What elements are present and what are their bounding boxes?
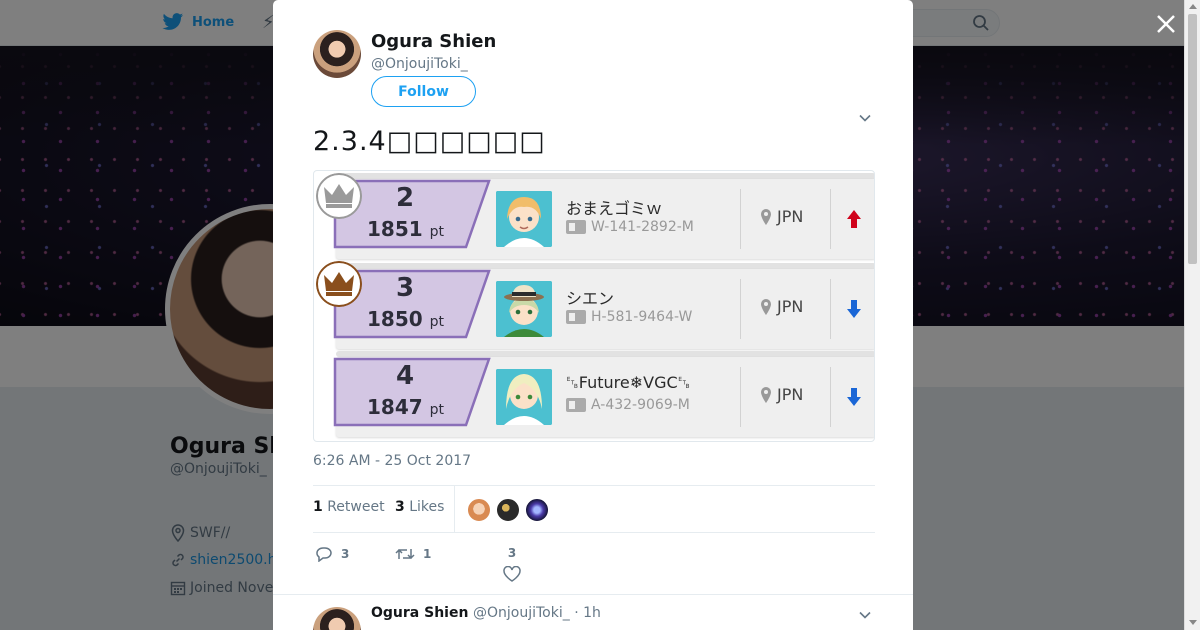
trainer-id: A-432-9069-M bbox=[566, 397, 690, 413]
points-unit: pt bbox=[429, 224, 445, 240]
scroll-down-arrow-icon[interactable] bbox=[1189, 620, 1197, 625]
points-value: 1847 pt bbox=[367, 395, 444, 419]
tweet-stats: 1 Retweet 3 Likes bbox=[313, 485, 875, 533]
points-value: 1850 pt bbox=[367, 307, 444, 331]
trend-up-arrow-icon bbox=[847, 210, 861, 228]
tweet-image-ranking[interactable]: 2 1851 pt おまえゴミｗ W-141-2892-M JPN 3 1850… bbox=[313, 170, 875, 442]
divider bbox=[830, 367, 831, 427]
location-pin-icon bbox=[761, 298, 771, 315]
trainer-name: シエン bbox=[566, 289, 615, 308]
divider bbox=[830, 279, 831, 339]
trainer-portrait-hat bbox=[496, 281, 552, 337]
chevron-down-icon[interactable] bbox=[859, 609, 871, 621]
ranking-row-4: 4 1847 pt ␗Future❄VGC␗ A-432-9069-M JPN bbox=[333, 357, 874, 437]
region-text: JPN bbox=[777, 297, 804, 316]
retweet-count: 1 bbox=[313, 499, 323, 515]
author-handle[interactable]: @OnjoujiToki_ bbox=[371, 56, 468, 72]
retweet-count-link[interactable]: 1 Retweet bbox=[313, 499, 385, 515]
scroll-thumb[interactable] bbox=[1188, 14, 1197, 264]
stats-divider bbox=[454, 486, 455, 533]
rank-number: 3 bbox=[395, 273, 415, 303]
reply-author-name[interactable]: Ogura Shien bbox=[371, 605, 468, 621]
author-avatar[interactable] bbox=[313, 30, 361, 78]
reply-tweet[interactable]: Ogura Shien @OnjoujiToki_ · 1h bbox=[273, 594, 913, 630]
id-card-icon bbox=[566, 310, 586, 324]
points-box: 4 1847 pt bbox=[333, 357, 493, 427]
trainer-id-text: H-581-9464-W bbox=[591, 309, 693, 325]
tweet-modal: Ogura Shien @OnjoujiToki_ Follow 2.3.4□□… bbox=[273, 0, 913, 630]
trainer-id-text: A-432-9069-M bbox=[591, 397, 690, 413]
trend-down-arrow-icon bbox=[847, 300, 861, 318]
points-unit: pt bbox=[429, 314, 445, 330]
region: JPN bbox=[761, 385, 803, 404]
trainer-avatar bbox=[496, 281, 552, 337]
silver-crown-icon bbox=[316, 173, 362, 219]
heart-icon bbox=[503, 566, 521, 582]
trainer-id-text: W-141-2892-M bbox=[591, 219, 694, 235]
trainer-portrait-blonde bbox=[496, 191, 552, 247]
likes-label: Likes bbox=[409, 499, 445, 515]
likes-count: 3 bbox=[395, 499, 405, 515]
region-text: JPN bbox=[777, 207, 804, 226]
points-value: 1851 pt bbox=[367, 217, 444, 241]
tweet-timestamp[interactable]: 6:26 AM - 25 Oct 2017 bbox=[313, 453, 471, 469]
page-scrollbar[interactable] bbox=[1184, 0, 1200, 630]
liker-avatar[interactable] bbox=[496, 498, 520, 522]
reply-author-handle[interactable]: @OnjoujiToki_ bbox=[473, 605, 570, 621]
reply-icon bbox=[316, 547, 332, 562]
trainer-avatar bbox=[496, 191, 552, 247]
bronze-crown-icon bbox=[316, 261, 362, 307]
points-number: 1850 bbox=[367, 307, 423, 331]
author-name[interactable]: Ogura Shien bbox=[371, 31, 496, 52]
reply-author-meta: @OnjoujiToki_ · 1h bbox=[473, 605, 601, 621]
ranking-row-2: 2 1851 pt おまえゴミｗ W-141-2892-M JPN bbox=[333, 179, 874, 259]
likes-count-link[interactable]: 3 Likes bbox=[395, 499, 444, 515]
location-pin-icon bbox=[761, 386, 771, 403]
tweet-text: 2.3.4□□□□□□ bbox=[313, 126, 546, 157]
ranking-row-3: 3 1850 pt シエン H-581-9464-W JPN bbox=[333, 269, 874, 349]
tweet-actions: 3 1 3 bbox=[313, 540, 875, 590]
trainer-name: ␗Future❄VGC␗ bbox=[566, 373, 691, 392]
retweet-action-count: 1 bbox=[423, 547, 432, 561]
divider bbox=[740, 279, 741, 339]
reply-count: 3 bbox=[341, 547, 350, 561]
trend-down-arrow-icon bbox=[847, 388, 861, 406]
divider bbox=[830, 189, 831, 249]
retweet-icon bbox=[395, 548, 415, 560]
region: JPN bbox=[761, 207, 803, 226]
points-number: 1851 bbox=[367, 217, 423, 241]
liker-avatar[interactable] bbox=[467, 498, 491, 522]
chevron-down-icon[interactable] bbox=[859, 112, 871, 124]
rank-number: 4 bbox=[395, 361, 415, 391]
scroll-up-arrow-icon[interactable] bbox=[1189, 4, 1197, 9]
trainer-name: おまえゴミｗ bbox=[566, 199, 663, 218]
like-button[interactable]: 3 bbox=[503, 546, 521, 582]
retweet-label: Retweet bbox=[327, 499, 385, 515]
divider bbox=[740, 367, 741, 427]
retweet-button[interactable]: 1 bbox=[395, 546, 431, 562]
follow-button[interactable]: Follow bbox=[371, 76, 476, 107]
liker-avatar[interactable] bbox=[525, 498, 549, 522]
region-text: JPN bbox=[777, 385, 804, 404]
like-action-count: 3 bbox=[507, 546, 517, 560]
close-icon[interactable] bbox=[1152, 10, 1180, 38]
id-card-icon bbox=[566, 398, 586, 412]
trainer-avatar bbox=[496, 369, 552, 425]
points-unit: pt bbox=[429, 402, 445, 418]
location-pin-icon bbox=[761, 208, 771, 225]
reply-button[interactable]: 3 bbox=[315, 546, 349, 562]
divider bbox=[740, 189, 741, 249]
points-number: 1847 bbox=[367, 395, 423, 419]
region: JPN bbox=[761, 297, 803, 316]
reply-author-avatar[interactable] bbox=[313, 607, 361, 630]
trainer-id: W-141-2892-M bbox=[566, 219, 694, 235]
trainer-portrait-light-hair bbox=[496, 369, 552, 425]
id-card-icon bbox=[566, 220, 586, 234]
trainer-id: H-581-9464-W bbox=[566, 309, 692, 325]
rank-number: 2 bbox=[395, 183, 415, 213]
reply-time[interactable]: 1h bbox=[583, 605, 601, 621]
